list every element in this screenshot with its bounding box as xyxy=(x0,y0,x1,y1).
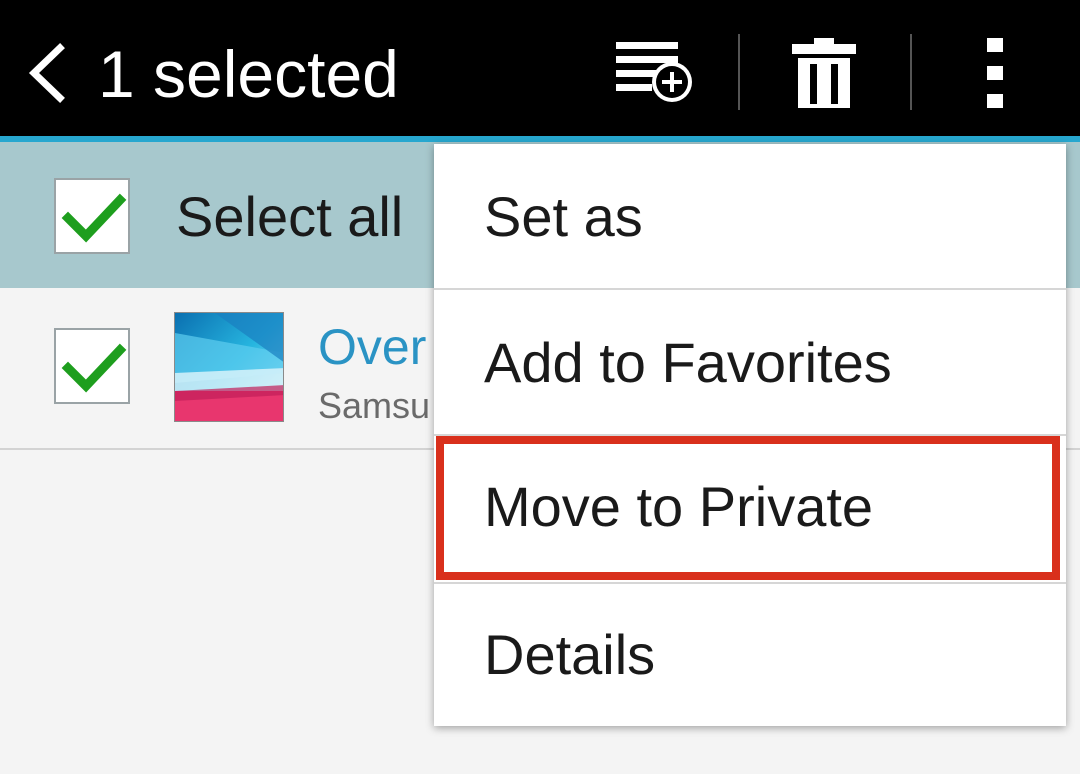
playlist-add-icon xyxy=(616,42,692,102)
screen: 1 selected Select all Over Samsu Set as … xyxy=(0,0,1080,774)
delete-button[interactable] xyxy=(786,34,862,112)
checkmark-icon xyxy=(61,193,127,243)
overflow-menu-icon xyxy=(987,38,1003,108)
menu-item-label: Add to Favorites xyxy=(484,331,892,394)
menu-item-set-as[interactable]: Set as xyxy=(434,144,1066,289)
item-subtitle: Samsu xyxy=(318,385,431,426)
action-bar: 1 selected xyxy=(0,0,1080,136)
selection-count-title: 1 selected xyxy=(98,37,399,111)
menu-item-label: Set as xyxy=(484,185,643,248)
select-all-label: Select all xyxy=(176,185,404,248)
back-button[interactable] xyxy=(22,38,72,108)
add-to-playlist-button[interactable] xyxy=(608,36,700,108)
item-title: Over xyxy=(318,319,427,375)
chevron-left-icon xyxy=(28,43,65,103)
highlight-annotation-box xyxy=(436,436,1060,580)
menu-item-add-to-favorites[interactable]: Add to Favorites xyxy=(434,290,1066,435)
item-checkbox[interactable] xyxy=(54,328,130,404)
menu-item-label: Details xyxy=(484,623,656,686)
toolbar-divider xyxy=(738,34,740,110)
trash-icon xyxy=(792,38,856,108)
checkmark-icon xyxy=(61,343,127,393)
album-art-thumbnail xyxy=(174,312,284,422)
more-options-button[interactable] xyxy=(970,34,1020,112)
menu-item-details[interactable]: Details xyxy=(434,584,1066,729)
toolbar-divider xyxy=(910,34,912,110)
overflow-popup-menu: Set as Add to Favorites Move to Private … xyxy=(434,144,1066,726)
select-all-checkbox[interactable] xyxy=(54,178,130,254)
